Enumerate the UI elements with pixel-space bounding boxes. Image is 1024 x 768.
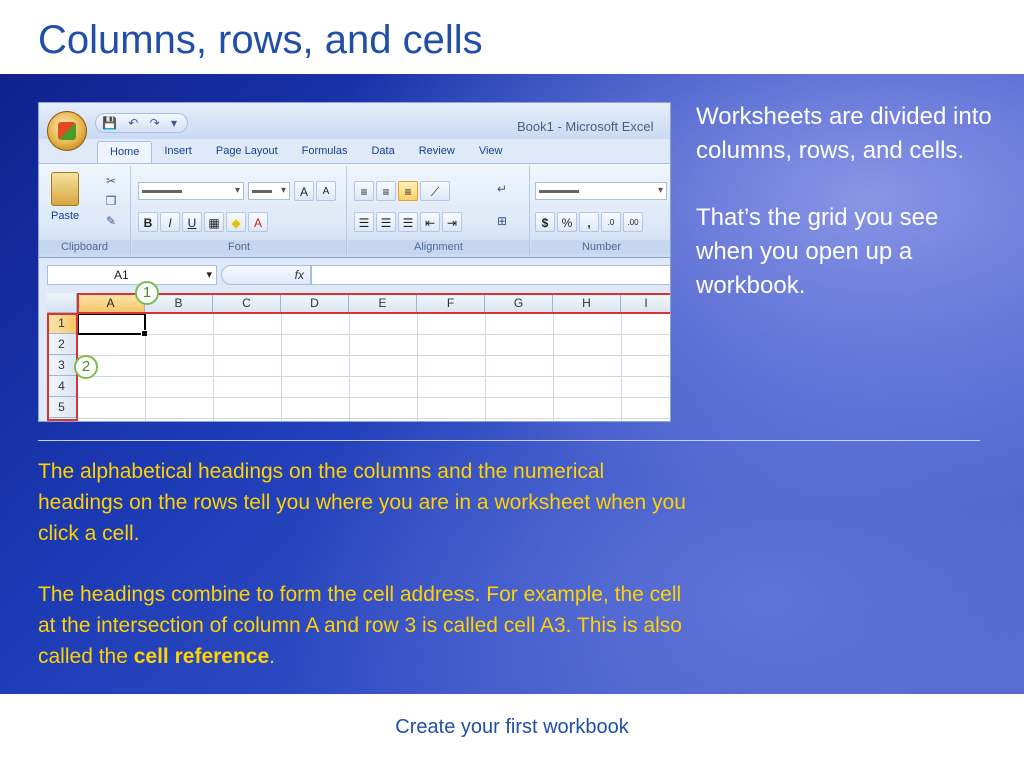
column-headings-highlight <box>77 293 670 314</box>
explanation-paragraph-2: The headings combine to form the cell ad… <box>38 579 688 672</box>
underline-button[interactable]: U <box>182 212 202 232</box>
formula-bar: A1 fx <box>39 261 670 289</box>
cut-icon[interactable]: ✂ <box>103 174 119 188</box>
name-box[interactable]: A1 <box>47 265 217 285</box>
tab-review[interactable]: Review <box>407 141 467 163</box>
percent-button[interactable]: % <box>557 212 577 232</box>
tab-formulas[interactable]: Formulas <box>290 141 360 163</box>
grow-font-button[interactable]: A <box>294 181 314 201</box>
intro-paragraph-1: Worksheets are divided into columns, row… <box>696 103 992 164</box>
font-size-buttons: A A <box>294 181 336 201</box>
bold-button[interactable]: B <box>138 212 158 232</box>
slide-title: Columns, rows, and cells <box>38 18 483 62</box>
number-format-dropdown[interactable]: ▬▬▬▬ <box>535 182 667 200</box>
ribbon: Paste ✂ ❐ ✎ Clipboard ▬▬▬▬ ▬▬ A A B I U … <box>39 163 670 258</box>
font-group: ▬▬▬▬ ▬▬ A A B I U ▦ ◆ A Font <box>132 166 347 256</box>
increase-indent-icon[interactable]: ⇥ <box>442 212 462 232</box>
clipboard-group-label: Clipboard <box>39 240 130 254</box>
tab-data[interactable]: Data <box>359 141 406 163</box>
cell-reference-term: cell reference <box>133 645 270 668</box>
currency-button[interactable]: $ <box>535 212 555 232</box>
copy-icon[interactable]: ❐ <box>103 194 119 208</box>
intro-text: Worksheets are divided into columns, row… <box>696 100 996 336</box>
font-size-dropdown[interactable]: ▬▬ <box>248 182 290 200</box>
tab-home[interactable]: Home <box>97 141 153 163</box>
paste-button-label[interactable]: Paste <box>51 210 79 222</box>
align-left-icon[interactable]: ☰ <box>354 212 374 232</box>
decrease-indent-icon[interactable]: ⇤ <box>420 212 440 232</box>
fill-color-icon[interactable]: ◆ <box>226 212 246 232</box>
italic-button[interactable]: I <box>160 212 180 232</box>
formula-input[interactable] <box>311 265 670 285</box>
callout-2: 2 <box>74 355 98 379</box>
horizontal-align-buttons: ☰ ☰ ☰ ⇤ ⇥ <box>354 212 462 232</box>
ribbon-tabs: Home Insert Page Layout Formulas Data Re… <box>97 141 514 163</box>
office-button[interactable] <box>47 111 87 151</box>
align-right-icon[interactable]: ☰ <box>398 212 418 232</box>
orientation-icon[interactable]: ⟋ <box>420 181 450 201</box>
align-bottom-icon[interactable]: ≡ <box>398 181 418 201</box>
tab-page-layout[interactable]: Page Layout <box>204 141 290 163</box>
number-group: ▬▬▬▬ $ % , .0 .00 Number <box>531 166 670 256</box>
office-logo-icon <box>58 122 76 140</box>
footer-title: Create your first workbook <box>395 716 629 738</box>
select-all-corner[interactable] <box>47 293 77 313</box>
font-group-label: Font <box>132 240 346 254</box>
font-color-icon[interactable]: A <box>248 212 268 232</box>
font-style-buttons: B I U ▦ ◆ A <box>138 212 268 232</box>
cell-grid[interactable] <box>77 313 670 421</box>
insert-function-button[interactable]: fx <box>221 265 311 285</box>
callout-1: 1 <box>135 281 159 305</box>
number-format-buttons: $ % , .0 .00 <box>535 212 643 232</box>
alignment-group-label: Alignment <box>348 240 529 254</box>
explanation-text: The alphabetical headings on the columns… <box>38 456 688 702</box>
number-group-label: Number <box>531 240 670 254</box>
worksheet-grid: A B C D E F G H I 1 2 3 4 5 1 2 <box>47 281 670 421</box>
tab-insert[interactable]: Insert <box>152 141 204 163</box>
alignment-group: ≡ ≡ ≡ ⟋ ☰ ☰ ☰ ⇤ ⇥ ↵ ⊞ Alignment <box>348 166 530 256</box>
align-top-icon[interactable]: ≡ <box>354 181 374 201</box>
merge-center-icon[interactable]: ⊞ <box>494 214 510 228</box>
excel-titlebar: 💾 ↶ ↷ ▾ Book1 - Microsoft Excel <box>39 103 670 139</box>
intro-paragraph-2: That’s the grid you see when you open up… <box>696 204 939 299</box>
font-name-dropdown[interactable]: ▬▬▬▬ <box>138 182 244 200</box>
quick-access-toolbar[interactable]: 💾 ↶ ↷ ▾ <box>95 113 189 133</box>
paste-icon[interactable] <box>51 172 79 206</box>
format-painter-icon[interactable]: ✎ <box>103 214 119 228</box>
tab-view[interactable]: View <box>467 141 515 163</box>
comma-button[interactable]: , <box>579 212 599 232</box>
vertical-align-buttons: ≡ ≡ ≡ ⟋ <box>354 181 450 201</box>
section-divider <box>38 440 980 441</box>
borders-icon[interactable]: ▦ <box>204 212 224 232</box>
align-middle-icon[interactable]: ≡ <box>376 181 396 201</box>
align-center-icon[interactable]: ☰ <box>376 212 396 232</box>
excel-screenshot: 💾 ↶ ↷ ▾ Book1 - Microsoft Excel Home Ins… <box>38 102 671 422</box>
active-cell-a1[interactable] <box>77 313 148 337</box>
window-title: Book1 - Microsoft Excel <box>517 119 654 134</box>
clipboard-group: Paste ✂ ❐ ✎ Clipboard <box>39 166 131 256</box>
decrease-decimal-button[interactable]: .00 <box>623 212 643 232</box>
shrink-font-button[interactable]: A <box>316 181 336 201</box>
increase-decimal-button[interactable]: .0 <box>601 212 621 232</box>
wrap-text-icon[interactable]: ↵ <box>494 182 510 196</box>
explanation-paragraph-2-suffix: . <box>269 645 276 668</box>
explanation-paragraph-1: The alphabetical headings on the columns… <box>38 460 686 545</box>
